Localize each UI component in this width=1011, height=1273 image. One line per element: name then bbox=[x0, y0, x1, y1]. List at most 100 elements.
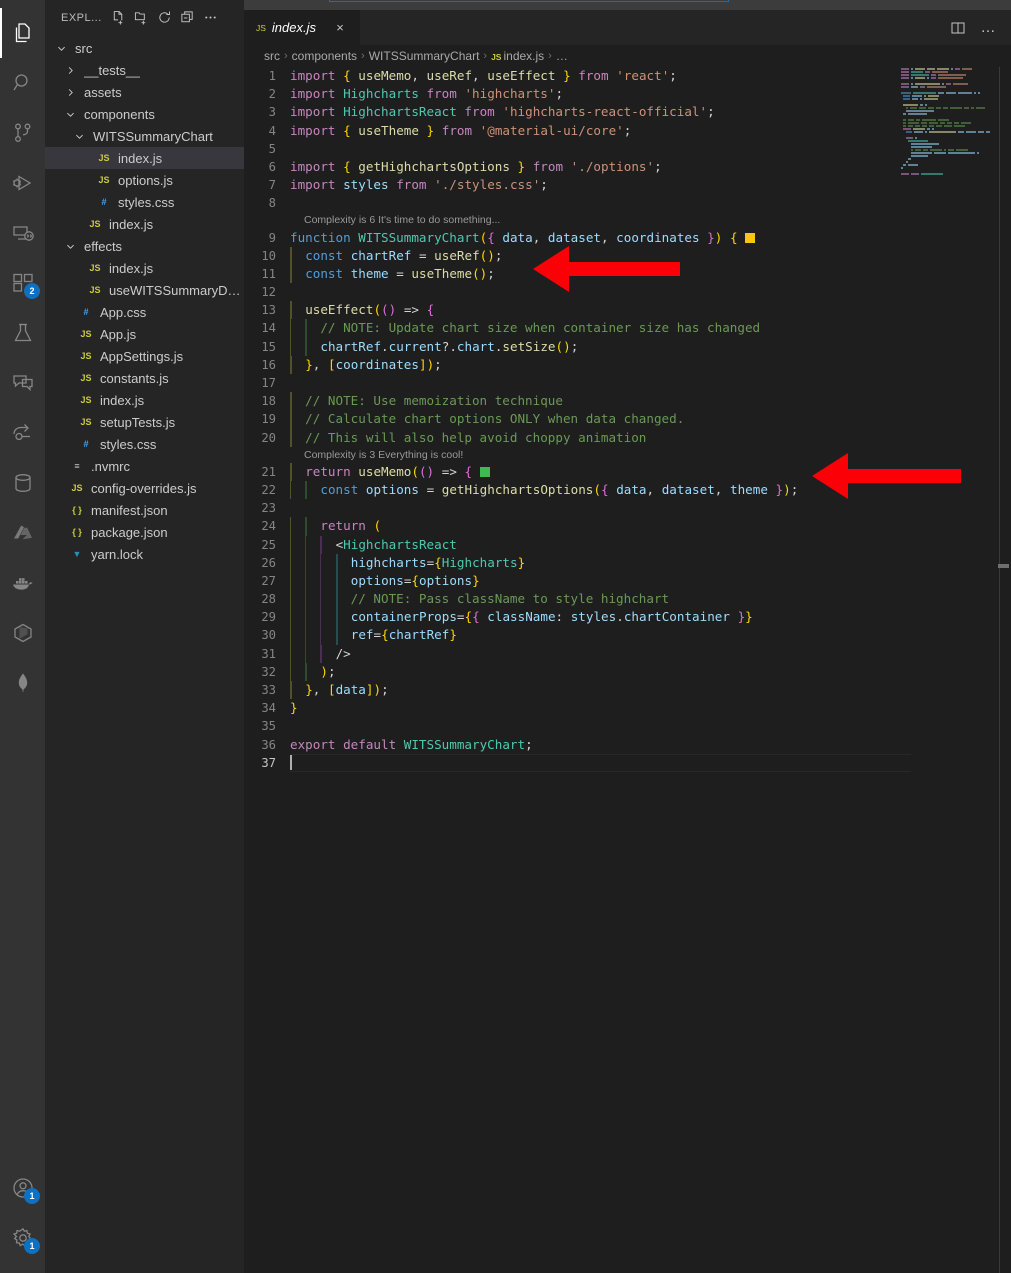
tree-folder[interactable]: __tests__ bbox=[45, 59, 244, 81]
code-line: 9 function WITSSummaryChart({ data, datas… bbox=[244, 229, 1011, 247]
search-icon bbox=[11, 71, 35, 95]
tree-item-label: config-overrides.js bbox=[91, 480, 197, 496]
tree-file[interactable]: JS constants.js bbox=[45, 367, 244, 389]
activitybar-item-packages[interactable] bbox=[0, 608, 45, 658]
chevron-right-icon[interactable] bbox=[62, 87, 78, 98]
breadcrumb-item[interactable]: src bbox=[264, 49, 280, 63]
breadcrumb-item[interactable]: WITSSummaryChart bbox=[369, 49, 480, 63]
tab-index-js[interactable]: JS index.js × bbox=[244, 10, 361, 45]
tree-file[interactable]: JS index.js bbox=[45, 389, 244, 411]
line-number: 23 bbox=[261, 501, 276, 516]
breadcrumb-item[interactable]: JS index.js bbox=[491, 49, 544, 63]
activitybar-item-comments[interactable] bbox=[0, 358, 45, 408]
codelens-complexity[interactable]: Complexity is 6 It's time to do somethin… bbox=[244, 213, 1011, 229]
activitybar-item-database[interactable] bbox=[0, 458, 45, 508]
line-number: 31 bbox=[261, 646, 276, 661]
code-line: 3 import HighchartsReact from 'highcharts… bbox=[244, 103, 1011, 121]
breadcrumb-item[interactable]: … bbox=[556, 49, 568, 63]
tree-file[interactable]: JS index.js bbox=[45, 147, 244, 169]
tree-file[interactable]: JS useWITSSummaryData... bbox=[45, 279, 244, 301]
activitybar-item-azure[interactable] bbox=[0, 508, 45, 558]
scrollbar-thumb[interactable] bbox=[998, 564, 1009, 568]
close-icon[interactable]: × bbox=[330, 18, 350, 38]
refresh-icon[interactable] bbox=[154, 7, 176, 29]
code-line: 15 chartRef.current?.chart.setSize(); bbox=[244, 337, 1011, 356]
chevron-down-icon[interactable] bbox=[53, 43, 69, 54]
code-text: chartRef.current?.chart.setSize(); bbox=[290, 337, 1011, 356]
activitybar-item-explorer[interactable] bbox=[0, 8, 45, 58]
tree-file[interactable]: ▼ yarn.lock bbox=[45, 543, 244, 565]
tree-file[interactable]: JS options.js bbox=[45, 169, 244, 191]
css-file-icon: # bbox=[83, 439, 89, 449]
chevron-down-icon[interactable] bbox=[62, 241, 78, 252]
text-cursor bbox=[290, 754, 292, 770]
line-number: 32 bbox=[261, 664, 276, 679]
activitybar-item-docker[interactable] bbox=[0, 558, 45, 608]
code-line: 14 // NOTE: Update chart size when conta… bbox=[244, 319, 1011, 338]
tree-file[interactable]: { } package.json bbox=[45, 521, 244, 543]
new-file-icon[interactable] bbox=[108, 7, 130, 29]
chevron-right-icon[interactable] bbox=[62, 65, 78, 76]
code-line: 17 bbox=[244, 374, 1011, 392]
code-line: 29 containerProps={{ className: styles.c… bbox=[244, 608, 1011, 627]
tree-item-label: src bbox=[75, 40, 93, 56]
tree-item-label: styles.css bbox=[100, 436, 157, 452]
tree-file[interactable]: # styles.css bbox=[45, 433, 244, 455]
chevron-down-icon[interactable] bbox=[62, 109, 78, 120]
tree-item-label: WITSSummaryChart bbox=[93, 128, 213, 144]
editor-tab-bar: JS index.js × … bbox=[244, 10, 1011, 45]
tree-folder[interactable]: effects bbox=[45, 235, 244, 257]
tree-file[interactable]: JS config-overrides.js bbox=[45, 477, 244, 499]
code-line: 33 }, [data]); bbox=[244, 681, 1011, 700]
line-number: 16 bbox=[261, 357, 276, 372]
tree-folder[interactable]: src bbox=[45, 37, 244, 59]
activitybar-item-testing[interactable] bbox=[0, 308, 45, 358]
code-text: import { useTheme } from '@material-ui/c… bbox=[290, 122, 632, 138]
line-number: 29 bbox=[261, 610, 276, 625]
new-folder-icon[interactable] bbox=[131, 7, 153, 29]
tree-file[interactable]: JS setupTests.js bbox=[45, 411, 244, 433]
activitybar-item-live-share[interactable] bbox=[0, 408, 45, 458]
code-line: 6 import { getHighchartsOptions } from '.… bbox=[244, 158, 1011, 176]
tree-file[interactable]: JS index.js bbox=[45, 213, 244, 235]
tree-item-label: constants.js bbox=[100, 370, 169, 386]
line-number: 26 bbox=[261, 555, 276, 570]
editor-more-actions-icon[interactable]: … bbox=[977, 17, 999, 39]
js-file-icon: JS bbox=[80, 395, 92, 405]
line-number: 1 bbox=[268, 69, 276, 83]
tree-file[interactable]: JS index.js bbox=[45, 257, 244, 279]
line-number: 22 bbox=[261, 482, 276, 497]
tree-file[interactable]: # App.css bbox=[45, 301, 244, 323]
code-text: export default WITSSummaryChart; bbox=[290, 736, 533, 752]
line-number: 13 bbox=[261, 303, 276, 318]
activitybar-item-search[interactable] bbox=[0, 58, 45, 108]
activitybar-item-mongodb[interactable] bbox=[0, 658, 45, 708]
line-number: 7 bbox=[268, 178, 276, 193]
tree-folder[interactable]: assets bbox=[45, 81, 244, 103]
activitybar-item-extensions[interactable]: 2 bbox=[0, 258, 45, 308]
chevron-down-icon[interactable] bbox=[71, 131, 87, 142]
collapse-all-icon[interactable] bbox=[177, 7, 199, 29]
tree-file[interactable]: ≡ .nvmrc bbox=[45, 455, 244, 477]
quick-input-box[interactable] bbox=[329, 0, 729, 2]
js-file-icon: JS bbox=[89, 263, 101, 273]
code-text: <HighchartsReact bbox=[290, 535, 1011, 554]
breadcrumb-item[interactable]: components bbox=[292, 49, 357, 63]
tree-file[interactable]: { } manifest.json bbox=[45, 499, 244, 521]
tree-file[interactable]: # styles.css bbox=[45, 191, 244, 213]
activitybar-item-run-and-debug[interactable] bbox=[0, 158, 45, 208]
tree-folder[interactable]: components bbox=[45, 103, 244, 125]
editor-scrollbar[interactable] bbox=[997, 67, 1011, 1273]
activitybar-item-manage-settings[interactable]: 1 bbox=[0, 1213, 45, 1263]
js-file-icon: JS bbox=[98, 175, 110, 185]
activitybar-item-remote-explorer[interactable] bbox=[0, 208, 45, 258]
more-actions-icon[interactable] bbox=[200, 7, 222, 29]
activitybar-item-accounts[interactable]: 1 bbox=[0, 1163, 45, 1213]
tree-item-label: yarn.lock bbox=[91, 546, 144, 562]
tree-file[interactable]: JS App.js bbox=[45, 323, 244, 345]
activitybar-item-source-control[interactable] bbox=[0, 108, 45, 158]
tree-folder[interactable]: WITSSummaryChart bbox=[45, 125, 244, 147]
tree-file[interactable]: JS AppSettings.js bbox=[45, 345, 244, 367]
split-editor-icon[interactable] bbox=[947, 17, 969, 39]
line-number: 18 bbox=[261, 394, 276, 409]
